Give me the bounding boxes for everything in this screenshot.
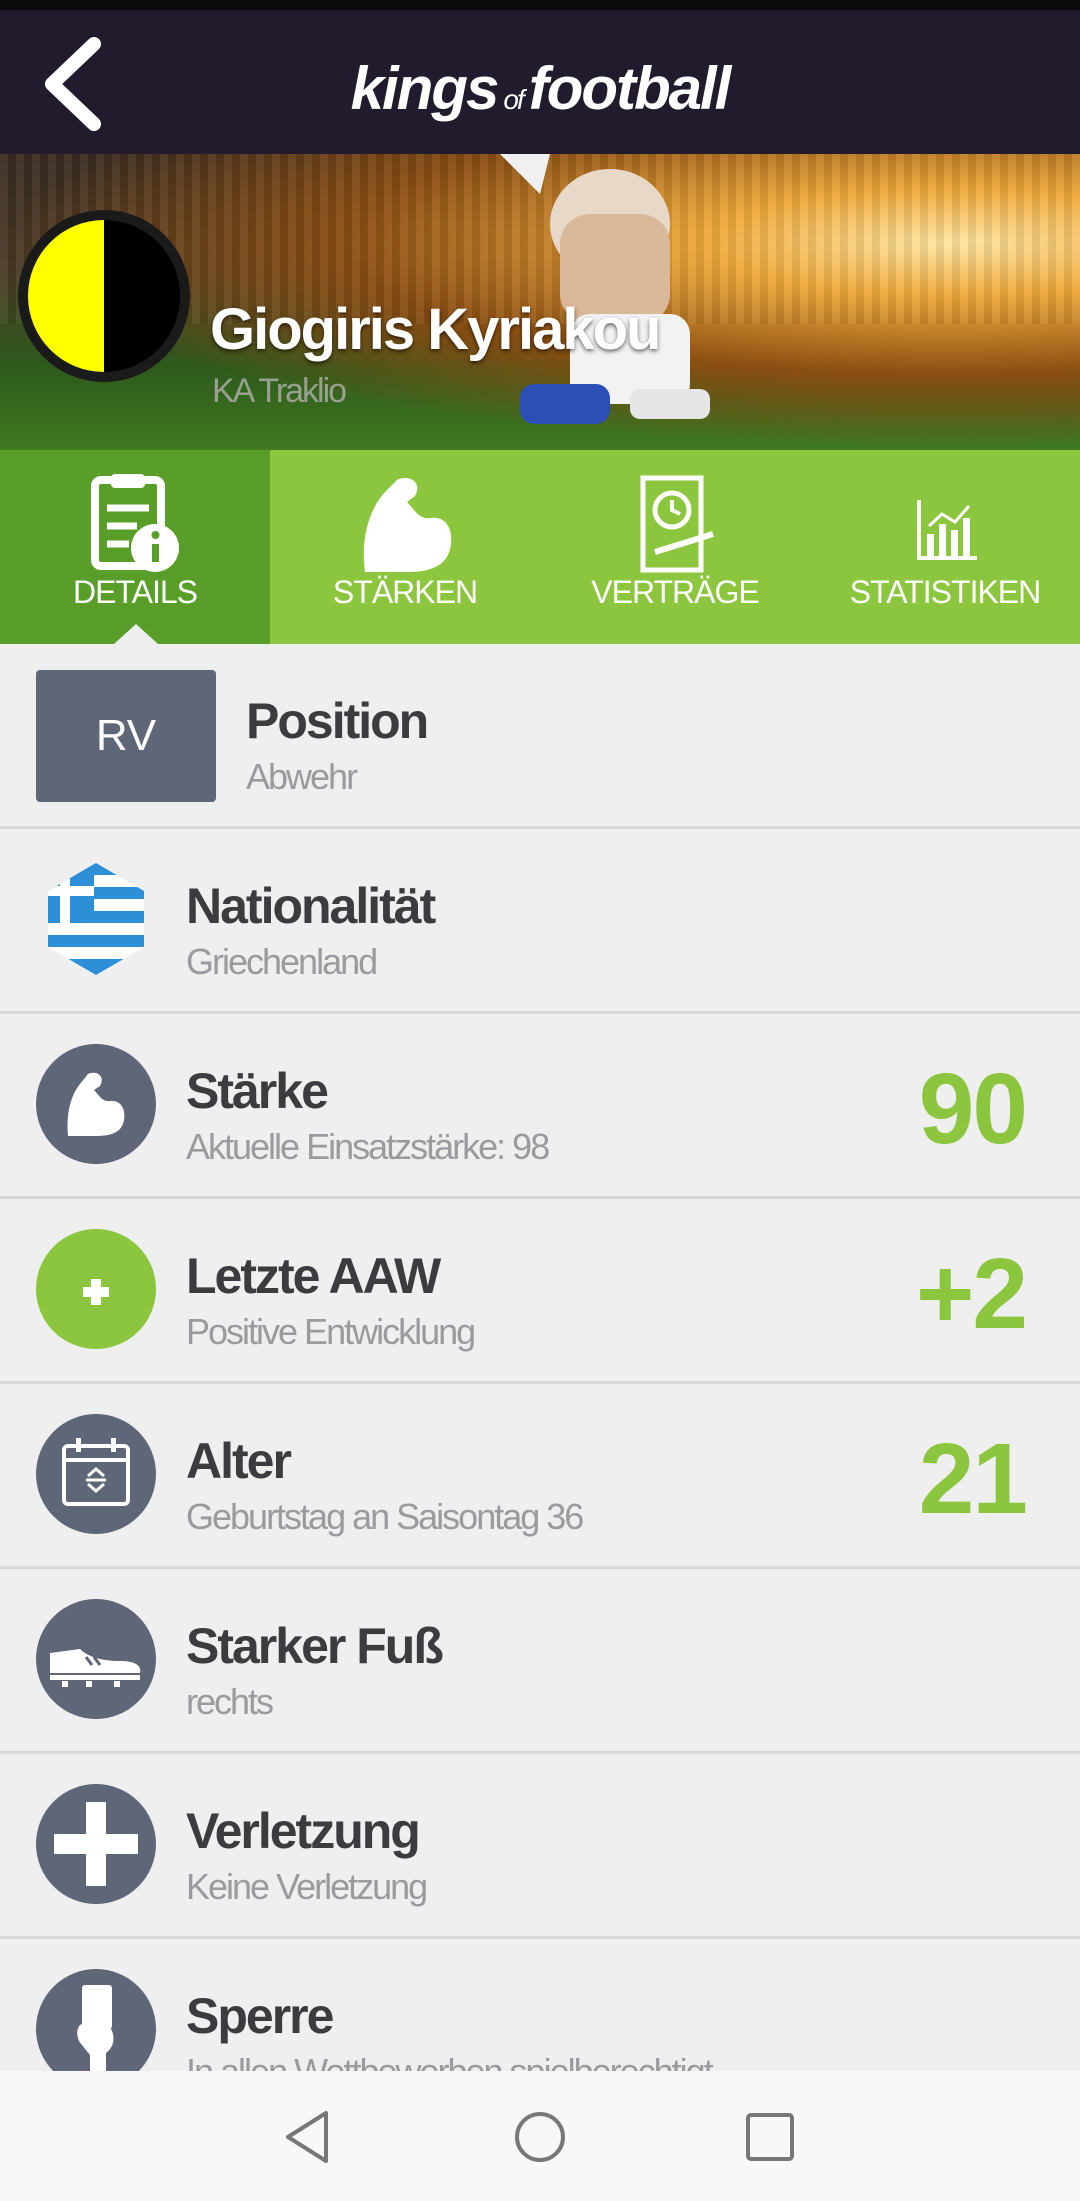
club-color-black xyxy=(104,220,180,372)
contract-clock-icon xyxy=(640,475,714,573)
position-title: Position xyxy=(246,693,429,749)
document-info-icon xyxy=(91,474,179,572)
last-aaw-title: Letzte AAW xyxy=(186,1248,441,1304)
player-name: Giogiris Kyriakou xyxy=(210,297,661,362)
bar-chart-icon xyxy=(917,500,977,560)
strong-foot-row: Starker Fuß rechts xyxy=(0,1569,1080,1754)
last-aaw-subtitle: Positive Entwicklung xyxy=(186,1311,476,1352)
age-subtitle: Geburtstag an Saisontag 36 xyxy=(186,1496,584,1537)
nationality-title: Nationalität xyxy=(186,878,436,934)
calendar-icon xyxy=(36,1414,156,1534)
nav-recents-icon[interactable] xyxy=(740,2107,800,2167)
player-club[interactable]: KA Traklio xyxy=(212,372,347,411)
player-details-list: RV Position Abwehr Nationalität Griechen… xyxy=(0,644,1080,2121)
last-aaw-row: Letzte AAW Positive Entwicklung +2 xyxy=(0,1199,1080,1384)
flexed-arm-icon xyxy=(36,1044,156,1164)
plus-icon xyxy=(36,1229,156,1349)
greece-flag-icon xyxy=(48,863,144,975)
last-aaw-value: +2 xyxy=(915,1238,1028,1350)
flexed-arm-icon xyxy=(363,477,452,572)
club-badge-colors xyxy=(28,220,180,372)
strength-title: Stärke xyxy=(186,1063,329,1119)
logo-of: of xyxy=(503,84,524,115)
injury-icon-wrap xyxy=(36,1784,156,1904)
strong-foot-value: rechts xyxy=(186,1681,274,1722)
nav-home-icon[interactable] xyxy=(510,2107,570,2167)
tab-staerken-label: STÄRKEN xyxy=(332,574,478,610)
app-bar: kings of football xyxy=(0,10,1080,154)
logo-football: football xyxy=(528,55,732,122)
age-value: 21 xyxy=(918,1423,1028,1535)
age-icon-wrap xyxy=(36,1414,156,1534)
last-aaw-icon-wrap xyxy=(36,1229,156,1349)
active-tab-pointer xyxy=(114,624,158,644)
medical-cross-icon xyxy=(36,1784,156,1904)
tab-statistiken-label: STATISTIKEN xyxy=(849,574,1042,610)
suspension-title: Sperre xyxy=(186,1988,334,2044)
strong-foot-icon-wrap xyxy=(36,1599,156,1719)
tab-vertraege[interactable]: VERTRÄGE xyxy=(540,450,810,644)
app-logo: kings of football xyxy=(0,54,1080,123)
position-row: RV Position Abwehr xyxy=(0,644,1080,829)
tab-staerken[interactable]: STÄRKEN xyxy=(270,450,540,644)
nav-back-icon[interactable] xyxy=(280,2107,340,2167)
strength-row: Stärke Aktuelle Einsatzstärke: 98 90 xyxy=(0,1014,1080,1199)
system-nav-bar xyxy=(0,2071,1080,2201)
tab-details-label: DETAILS xyxy=(73,574,198,610)
strong-foot-title: Starker Fuß xyxy=(186,1618,444,1674)
nationality-row: Nationalität Griechenland xyxy=(0,829,1080,1014)
injury-row: Verletzung Keine Verletzung xyxy=(0,1754,1080,1939)
strength-icon-wrap xyxy=(36,1044,156,1164)
strength-value: 90 xyxy=(918,1053,1028,1165)
position-value: Abwehr xyxy=(246,756,358,797)
tab-details[interactable]: DETAILS xyxy=(0,450,270,644)
tab-statistiken[interactable]: STATISTIKEN xyxy=(810,450,1080,644)
tab-vertraege-label: VERTRÄGE xyxy=(591,574,759,610)
position-badge: RV xyxy=(36,670,216,802)
nationality-value: Griechenland xyxy=(186,941,378,982)
logo-kings: kings xyxy=(350,55,500,122)
club-badge xyxy=(18,210,190,382)
injury-title: Verletzung xyxy=(186,1803,421,1859)
status-bar xyxy=(0,0,1080,10)
strength-subtitle: Aktuelle Einsatzstärke: 98 xyxy=(186,1126,550,1167)
club-color-yellow xyxy=(28,220,104,372)
football-boot-icon xyxy=(36,1599,156,1719)
age-row: Alter Geburtstag an Saisontag 36 21 xyxy=(0,1384,1080,1569)
injury-value: Keine Verletzung xyxy=(186,1866,428,1907)
age-title: Alter xyxy=(186,1433,292,1489)
tab-bar: DETAILS STÄRKEN VERTRÄGE STATISTIKEN xyxy=(0,450,1080,644)
